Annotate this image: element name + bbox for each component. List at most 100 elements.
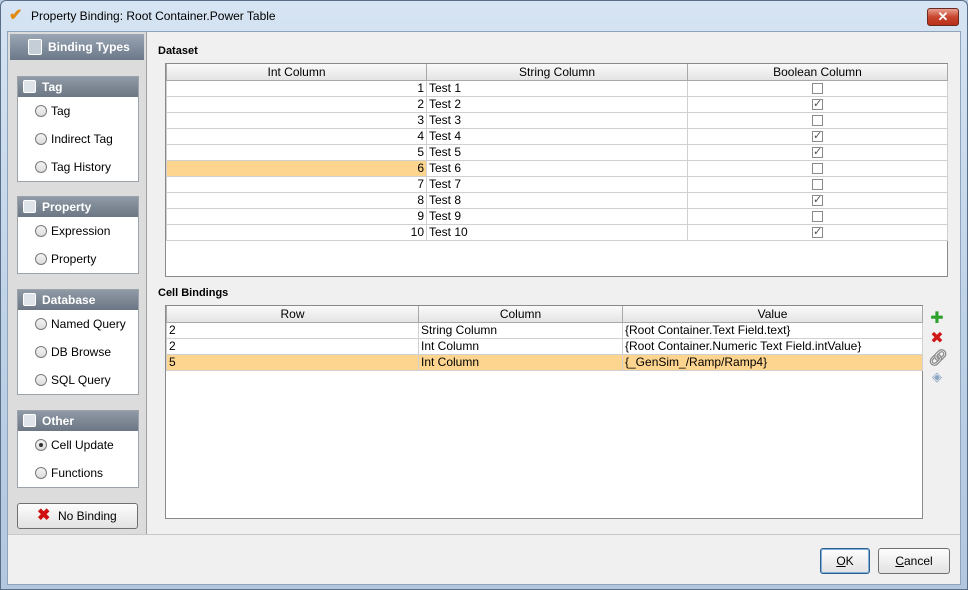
int-cell[interactable]: 2: [166, 95, 427, 113]
checkbox[interactable]: [812, 179, 823, 191]
binding-value-cell[interactable]: {Root Container.Text Field.text}: [622, 321, 923, 339]
dataset-header-string[interactable]: String Column: [426, 64, 688, 81]
radio-property[interactable]: [35, 253, 47, 265]
checkbox[interactable]: [812, 83, 823, 95]
no-binding-button[interactable]: ✖ No Binding: [17, 503, 138, 529]
option-cell-update[interactable]: Cell Update: [18, 431, 138, 459]
dataset-row[interactable]: 7 Test 7: [166, 175, 948, 193]
option-property[interactable]: Property: [18, 245, 138, 273]
string-cell[interactable]: Test 4: [426, 127, 688, 145]
option-functions[interactable]: Functions: [18, 459, 138, 487]
string-cell[interactable]: Test 8: [426, 191, 688, 209]
int-cell[interactable]: 9: [166, 207, 427, 225]
checkbox[interactable]: [812, 193, 823, 207]
binding-row-cell[interactable]: 2: [166, 337, 419, 355]
dataset-row[interactable]: 10 Test 10: [166, 223, 948, 241]
radio-tag-history[interactable]: [35, 161, 47, 173]
title-bar[interactable]: ✔ Property Binding: Root Container.Power…: [1, 1, 967, 31]
string-cell[interactable]: Test 2: [426, 95, 688, 113]
boolean-cell[interactable]: [687, 175, 948, 193]
binding-column-cell[interactable]: Int Column: [418, 337, 623, 355]
string-cell[interactable]: Test 10: [426, 223, 688, 241]
option-indirect-tag[interactable]: Indirect Tag: [18, 125, 138, 153]
bindings-header-value[interactable]: Value: [622, 306, 923, 323]
binding-row[interactable]: 2 Int Column {Root Container.Numeric Text …: [166, 337, 923, 355]
bindings-header-column[interactable]: Column: [418, 306, 623, 323]
dataset-row[interactable]: 8 Test 8: [166, 191, 948, 209]
int-cell[interactable]: 10: [166, 223, 427, 241]
binding-row-cell[interactable]: 5: [166, 353, 419, 371]
checkbox[interactable]: [812, 211, 823, 223]
dataset-row[interactable]: 4 Test 4: [166, 127, 948, 145]
checkbox[interactable]: [812, 97, 823, 111]
dataset-row[interactable]: 9 Test 9: [166, 207, 948, 225]
string-cell[interactable]: Test 9: [426, 207, 688, 225]
binding-row[interactable]: 2 String Column {Root Container.Text Field…: [166, 321, 923, 339]
boolean-cell[interactable]: [687, 143, 948, 161]
boolean-cell[interactable]: [687, 111, 948, 129]
option-tag[interactable]: Tag: [18, 97, 138, 125]
option-db-browse[interactable]: DB Browse: [18, 338, 138, 366]
close-button[interactable]: ✕: [927, 8, 959, 26]
link-icon[interactable]: 🔗︎: [928, 348, 948, 368]
option-expression[interactable]: Expression: [18, 217, 138, 245]
radio-tag[interactable]: [35, 105, 47, 117]
int-cell[interactable]: 7: [166, 175, 427, 193]
ok-button[interactable]: OK: [820, 548, 870, 574]
checkbox[interactable]: [812, 115, 823, 127]
option-sql-query[interactable]: SQL Query: [18, 366, 138, 394]
radio-expression[interactable]: [35, 225, 47, 237]
radio-cell-update[interactable]: [35, 439, 47, 451]
radio-named-query[interactable]: [35, 318, 47, 330]
boolean-cell[interactable]: [687, 95, 948, 113]
cancel-button[interactable]: Cancel: [878, 548, 950, 574]
int-cell[interactable]: 5: [166, 143, 427, 161]
tag-icon[interactable]: ◈: [928, 368, 946, 388]
dataset-row[interactable]: 2 Test 2: [166, 95, 948, 113]
radio-sql-query[interactable]: [35, 374, 47, 386]
int-cell[interactable]: 4: [166, 127, 427, 145]
int-cell[interactable]: 8: [166, 191, 427, 209]
string-cell[interactable]: Test 3: [426, 111, 688, 129]
checkbox[interactable]: [812, 163, 823, 175]
dataset-header-boolean[interactable]: Boolean Column: [687, 64, 948, 81]
radio-functions[interactable]: [35, 467, 47, 479]
binding-row-cell[interactable]: 2: [166, 321, 419, 339]
delete-icon[interactable]: ✖: [928, 328, 946, 348]
binding-column-cell[interactable]: Int Column: [418, 353, 623, 371]
radio-db-browse[interactable]: [35, 346, 47, 358]
group-property: Property Expression Property: [17, 196, 139, 274]
dataset-row[interactable]: 5 Test 5: [166, 143, 948, 161]
binding-value-cell[interactable]: {Root Container.Numeric Text Field.intVa…: [622, 337, 923, 355]
dataset-row[interactable]: 1 Test 1: [166, 79, 948, 97]
int-cell[interactable]: 3: [166, 111, 427, 129]
cell-bindings-label: Cell Bindings: [158, 287, 229, 299]
dataset-header-int[interactable]: Int Column: [166, 64, 427, 81]
window-title: Property Binding: Root Container.Power T…: [31, 9, 276, 23]
string-cell[interactable]: Test 1: [426, 79, 688, 97]
dataset-row[interactable]: 3 Test 3: [166, 111, 948, 129]
boolean-cell[interactable]: [687, 191, 948, 209]
string-cell[interactable]: Test 6: [426, 159, 688, 177]
boolean-cell[interactable]: [687, 79, 948, 97]
option-tag-history[interactable]: Tag History: [18, 153, 138, 181]
checkbox[interactable]: [812, 225, 823, 239]
checkbox[interactable]: [812, 145, 823, 159]
binding-value-cell[interactable]: {_GenSim_/Ramp/Ramp4}: [622, 353, 923, 371]
boolean-cell[interactable]: [687, 223, 948, 241]
binding-column-cell[interactable]: String Column: [418, 321, 623, 339]
int-cell[interactable]: 1: [166, 79, 427, 97]
boolean-cell[interactable]: [687, 207, 948, 225]
binding-row[interactable]: 5 Int Column {_GenSim_/Ramp/Ramp4}: [166, 353, 923, 371]
dataset-row[interactable]: 6 Test 6: [166, 159, 948, 177]
string-cell[interactable]: Test 7: [426, 175, 688, 193]
bindings-header-row[interactable]: Row: [166, 306, 419, 323]
int-cell[interactable]: 6: [166, 159, 427, 177]
boolean-cell[interactable]: [687, 127, 948, 145]
checkbox[interactable]: [812, 129, 823, 143]
add-icon[interactable]: ✚: [928, 308, 946, 328]
option-named-query[interactable]: Named Query: [18, 310, 138, 338]
boolean-cell[interactable]: [687, 159, 948, 177]
string-cell[interactable]: Test 5: [426, 143, 688, 161]
radio-indirect-tag[interactable]: [35, 133, 47, 145]
